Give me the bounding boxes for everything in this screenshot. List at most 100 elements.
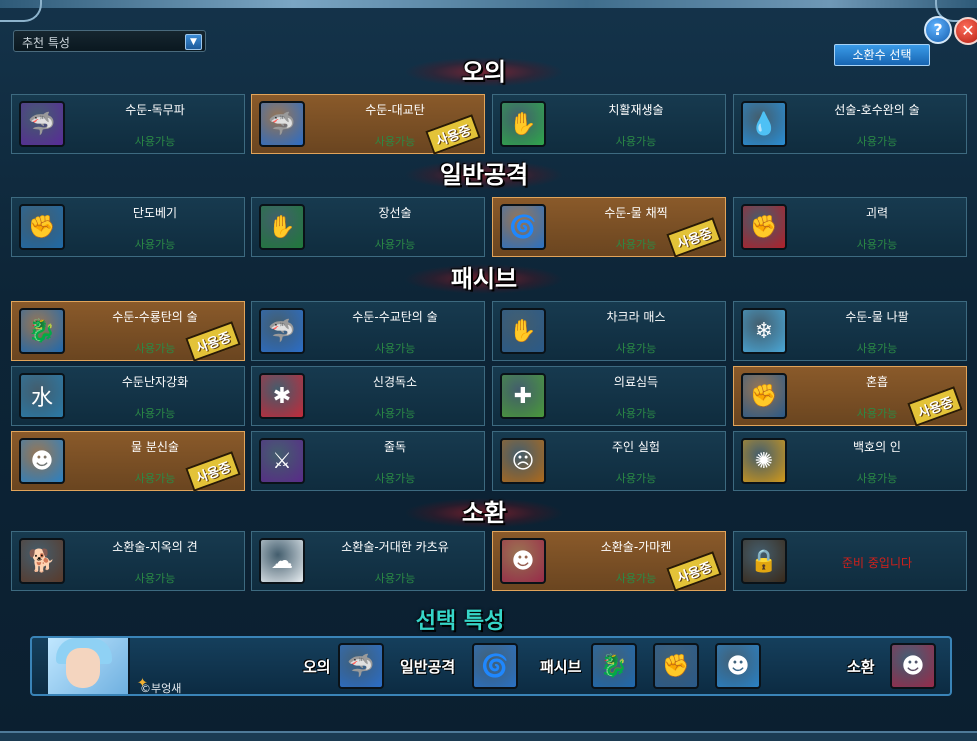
trait-status: 사용가능 [134, 407, 176, 420]
trait-status: 사용가능 [615, 472, 657, 485]
water-clone-icon: ☻ [19, 438, 65, 484]
section-title-ougi: 오의 [404, 57, 564, 87]
selected-traits-title: 선택 특성 [415, 609, 505, 634]
trait-name: 물 분신술 [131, 440, 179, 454]
chakra-scalpel-icon: ✋ [500, 308, 546, 354]
window-top-frame [0, 0, 977, 8]
water-clone-icon[interactable]: ☻ [715, 643, 761, 689]
selected-label-ougi: 오의 [303, 658, 331, 676]
gauntlet-icon: ✊ [741, 373, 787, 419]
hell-hound-icon: 🐕 [19, 538, 65, 584]
trait-name: 장선술 [378, 206, 412, 220]
gamaken-toad-icon: ☻ [500, 538, 546, 584]
trait-name: 주인 실험 [612, 440, 660, 454]
trait-name: 수둔-수교탄의 술 [352, 310, 438, 324]
trait-status: 사용가능 [615, 407, 657, 420]
section-title-summon: 소환 [404, 498, 564, 528]
close-button[interactable]: ✕ [954, 17, 977, 45]
trait-card-passive[interactable]: ✺ 백호의 인 사용가능 [733, 431, 967, 491]
trait-card-ougi[interactable]: 💧 선술-호수완의 술 사용가능 [733, 94, 967, 154]
trait-card-passive[interactable]: ❄ 수둔-물 나팔 사용가능 [733, 301, 967, 361]
trait-card-passive[interactable]: ☹ 주인 실험 사용가능 [492, 431, 726, 491]
dropdown-selected-value: 추천 특성 [22, 36, 70, 50]
gauntlet-icon[interactable]: ✊ [653, 643, 699, 689]
trait-name: 수둔난자강화 [121, 375, 189, 389]
trait-name: 혼흡 [865, 375, 889, 389]
poison-shark-icon: 🦈 [19, 101, 65, 147]
selected-label-summon: 소환 [847, 658, 875, 676]
padlock-icon: 🔒 [741, 538, 787, 584]
trait-card-normal[interactable]: ✊ 괴력 사용가능 [733, 197, 967, 257]
water-whip-icon[interactable]: 🌀 [472, 643, 518, 689]
recommended-traits-dropdown[interactable]: 추천 특성 ▼ [13, 30, 206, 52]
tiger-icon: ✺ [741, 438, 787, 484]
trait-status: 사용가능 [134, 238, 176, 251]
water-whip-icon: 🌀 [500, 204, 546, 250]
trait-status: 사용가능 [374, 472, 416, 485]
trait-card-passive[interactable]: 🦈 수둔-수교탄의 술 사용가능 [251, 301, 485, 361]
green-palm-icon: ✋ [259, 204, 305, 250]
shark-icon: 🦈 [259, 308, 305, 354]
trait-name: 수둔-독무파 [125, 103, 185, 117]
trait-card-passive[interactable]: ✱ 신경독소 사용가능 [251, 366, 485, 426]
trait-card-summon[interactable]: ☁ 소환술-거대한 카츠유사용가능 [251, 531, 485, 591]
trait-card-normal[interactable]: ✋ 장선술사용가능 [251, 197, 485, 257]
selected-label-passive: 패시브 [540, 658, 582, 676]
selected-label-normal-attack: 일반공격 [400, 658, 456, 676]
trait-status: 사용가능 [374, 572, 416, 585]
water-kanji-icon: 水 [19, 373, 65, 419]
water-shark-icon: 🦈 [259, 101, 305, 147]
trait-card-ougi[interactable]: 🦈 수둔-대교탄 사용가능 사용중 [251, 94, 485, 155]
red-fist-icon: ✊ [741, 204, 787, 250]
chevron-down-icon[interactable]: ▼ [185, 34, 202, 50]
trait-status: 사용가능 [615, 135, 657, 148]
water-arm-icon: 💧 [741, 101, 787, 147]
help-button[interactable]: ? [924, 16, 952, 44]
trait-name: 소환술-거대한 카츠유 [341, 540, 449, 554]
healing-leaf-icon: ✋ [500, 101, 546, 147]
trait-name: 괴력 [865, 206, 889, 220]
trait-card-normal[interactable]: 🌀 수둔-물 채찍 사용가능 사용중 [492, 197, 726, 258]
portrait-face [66, 648, 100, 688]
trait-name: 줄독 [383, 440, 407, 454]
trait-selection-window: 추천 특성 ▼ ? ✕ 소환수 선택 오의 일반공격 패시브 소환 🦈 수둔-독무… [0, 0, 977, 741]
window-bottom-frame [0, 731, 977, 741]
trait-card-passive[interactable]: ☻ 물 분신술 사용가능 사용중 [11, 431, 245, 492]
trait-card-summon[interactable]: ☻ 소환술-가마켄 사용가능 사용중 [492, 531, 726, 592]
trait-card-summon[interactable]: 🐕 소환술-지옥의 견 사용가능 [11, 531, 245, 591]
trait-card-ougi[interactable]: ✋ 치활재생술사용가능 [492, 94, 726, 154]
gamaken-toad-icon[interactable]: ☻ [890, 643, 936, 689]
trait-name: 수둔-대교탄 [365, 103, 425, 117]
trait-card-passive[interactable]: ✊ 혼흡 사용가능 사용중 [733, 366, 967, 427]
slug-icon: ☁ [259, 538, 305, 584]
section-title-normal-attack: 일반공격 [404, 160, 564, 190]
trait-status: 사용가능 [374, 238, 416, 251]
trait-name: 소환술-지옥의 견 [112, 540, 198, 554]
trait-status: 사용가능 [615, 342, 657, 355]
trait-card-passive[interactable]: ✚ 의료심득 사용가능 [492, 366, 726, 426]
trait-status: 사용가능 [134, 135, 176, 148]
trait-name: 소환술-가마켄 [600, 540, 672, 554]
poison-blade-icon: ⚔ [259, 438, 305, 484]
trait-card-passive[interactable]: ✋ 차크라 매스사용가능 [492, 301, 726, 361]
water-shark-icon[interactable]: 🦈 [338, 643, 384, 689]
medical-hand-icon: ✚ [500, 373, 546, 419]
trait-name: 신경독소 [372, 375, 418, 389]
trait-name: 치활재생술 [608, 103, 664, 117]
trait-name: 차크라 매스 [606, 310, 666, 324]
window-corner-left [0, 0, 42, 22]
trait-card-summon: 🔒 준비 중입니다 [733, 531, 967, 591]
trait-name: 수둔-수룡탄의 술 [112, 310, 198, 324]
trait-status: 사용가능 [856, 472, 898, 485]
trait-name: 수둔-물 나팔 [845, 310, 909, 324]
trait-card-ougi[interactable]: 🦈 수둔-독무파사용가능 [11, 94, 245, 154]
trait-card-passive[interactable]: 🐉 수둔-수룡탄의 술 사용가능 사용중 [11, 301, 245, 362]
trait-card-normal[interactable]: ✊ 단도베기 사용가능 [11, 197, 245, 257]
brain-icon: ✱ [259, 373, 305, 419]
trait-card-passive[interactable]: ⚔ 줄독사용가능 [251, 431, 485, 491]
trait-card-passive[interactable]: 水 수둔난자강화사용가능 [11, 366, 245, 426]
water-dragon-icon[interactable]: 🐉 [591, 643, 637, 689]
trait-status: 사용가능 [856, 342, 898, 355]
summon-select-button[interactable]: 소환수 선택 [834, 44, 930, 66]
copyright-text: ©부엉새 [140, 682, 182, 695]
